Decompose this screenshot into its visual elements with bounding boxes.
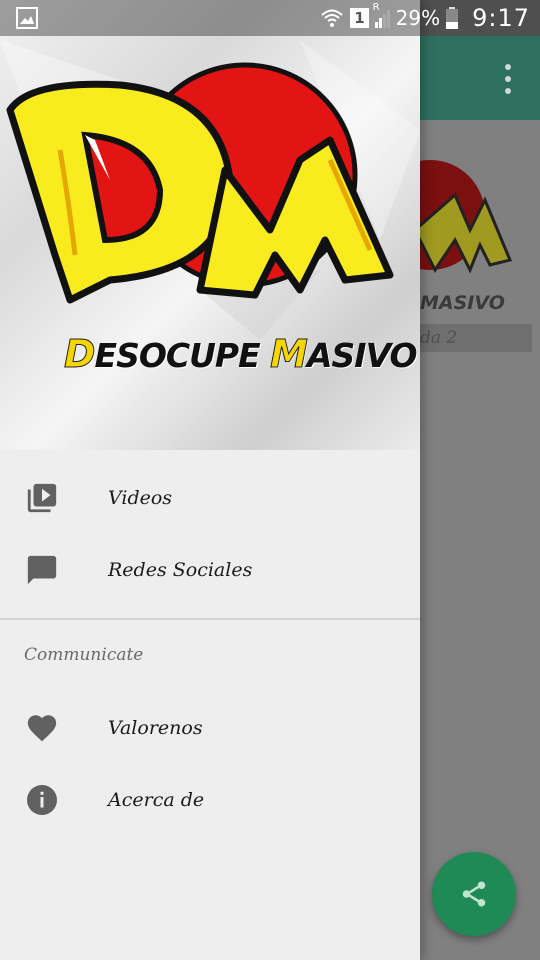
menu-item-label: Acerca de [108, 789, 205, 811]
menu-divider [0, 618, 420, 620]
overflow-menu-icon[interactable] [498, 64, 518, 94]
menu-item-label: Videos [108, 487, 173, 509]
section-title-communicate: Communicate [24, 645, 144, 665]
heart-icon [24, 710, 60, 746]
chat-bubble-icon [24, 552, 60, 588]
navigation-drawer: DESOCUPE MASIVO Videos Redes Sociales Co… [0, 0, 420, 960]
logo-title-initial-m: M [270, 332, 309, 377]
menu-item-redes-sociales[interactable]: Redes Sociales [0, 534, 420, 606]
share-icon [462, 881, 486, 907]
background-logo-text: MASIVO [420, 292, 505, 314]
battery-icon [446, 7, 459, 29]
menu-item-valorenos[interactable]: Valorenos [0, 692, 420, 764]
drawer-menu: Videos Redes Sociales [0, 450, 420, 594]
clock: 9:17 [472, 4, 530, 32]
background-card-text: da 2 [420, 328, 458, 348]
menu-item-videos[interactable]: Videos [0, 462, 420, 534]
communicate-menu: Valorenos Acerca de [0, 692, 420, 836]
gallery-notification-icon [16, 7, 38, 29]
battery-percent: 29% [395, 6, 441, 30]
desocupe-masivo-logo [0, 40, 420, 340]
drawer-header: DESOCUPE MASIVO [0, 0, 420, 450]
sim-slot-badge: 1 [350, 8, 369, 28]
wifi-icon [321, 9, 343, 27]
video-library-icon [24, 480, 60, 516]
status-bar: 1 R 29% 9:17 [0, 0, 540, 36]
logo-title: DESOCUPE MASIVO [64, 332, 418, 377]
menu-item-label: Valorenos [108, 717, 203, 739]
menu-item-label: Redes Sociales [108, 559, 253, 581]
share-button[interactable] [432, 852, 516, 936]
logo-title-word-2: ASIVO [306, 336, 418, 375]
info-icon [24, 782, 60, 818]
logo-title-word-1: ESOCUPE [94, 336, 271, 375]
signal-indicator: R [373, 2, 390, 28]
logo-title-initial-d: D [64, 332, 97, 377]
menu-item-acerca-de[interactable]: Acerca de [0, 764, 420, 836]
roaming-label: R [372, 2, 380, 13]
